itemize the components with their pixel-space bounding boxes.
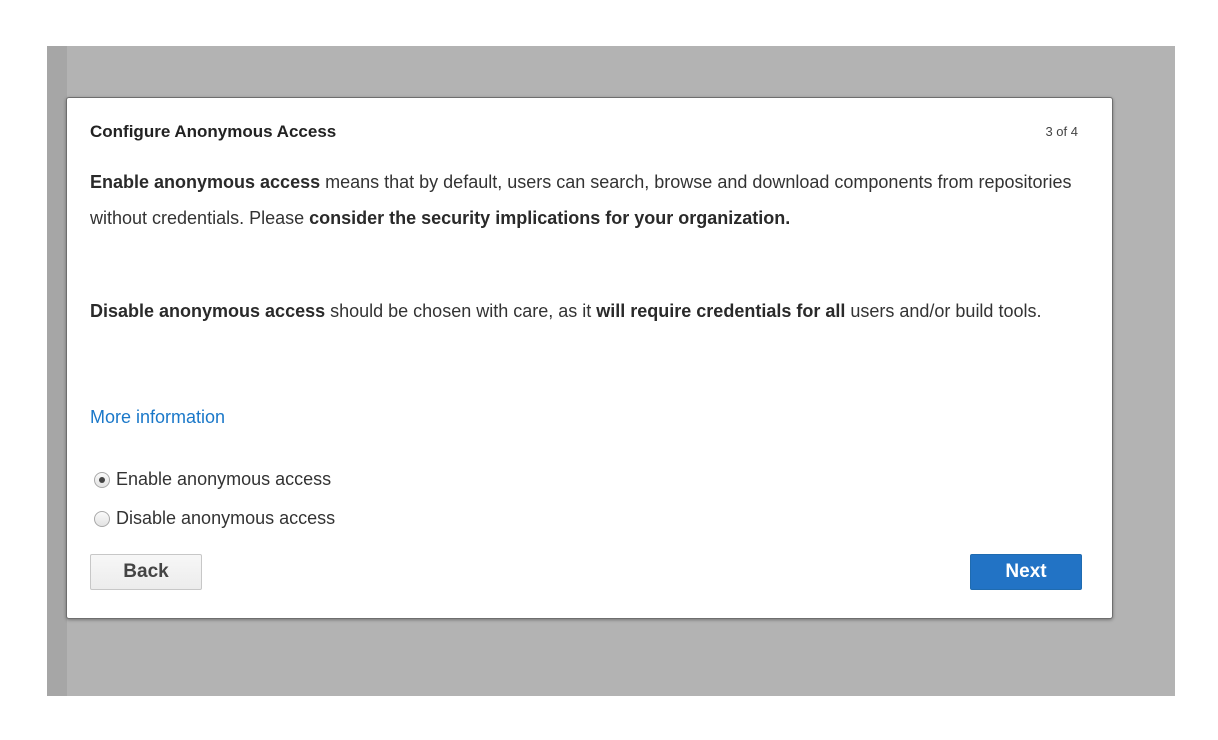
enable-description: Enable anonymous access means that by de… [90, 164, 1080, 236]
security-emphasis: consider the security implications for y… [309, 208, 791, 228]
disable-anonymous-radio[interactable] [94, 510, 110, 527]
enable-emphasis: Enable anonymous access [90, 172, 321, 192]
enable-anonymous-option[interactable]: Enable anonymous access [94, 469, 331, 490]
disable-emphasis: Disable anonymous access [90, 301, 326, 321]
disable-description-text: should be chosen with care, as it [325, 301, 597, 321]
dialog-title: Configure Anonymous Access [90, 122, 337, 141]
setup-wizard-dialog: Configure Anonymous Access 3 of 4 Enable… [66, 97, 1113, 619]
enable-anonymous-label: Enable anonymous access [116, 469, 332, 489]
credentials-emphasis: will require credentials for all [596, 301, 846, 321]
disable-anonymous-option[interactable]: Disable anonymous access [94, 508, 335, 529]
disable-description-tail: users and/or build tools. [845, 301, 1042, 321]
enable-anonymous-radio[interactable] [94, 471, 110, 488]
backdrop-sidebar-edge [47, 46, 67, 696]
step-indicator: 3 of 4 [1045, 124, 1078, 139]
next-button[interactable]: Next [970, 554, 1082, 590]
disable-description: Disable anonymous access should be chose… [90, 293, 1080, 329]
disable-anonymous-label: Disable anonymous access [116, 508, 336, 528]
more-information-link[interactable]: More information [90, 407, 225, 428]
back-button[interactable]: Back [90, 554, 202, 590]
